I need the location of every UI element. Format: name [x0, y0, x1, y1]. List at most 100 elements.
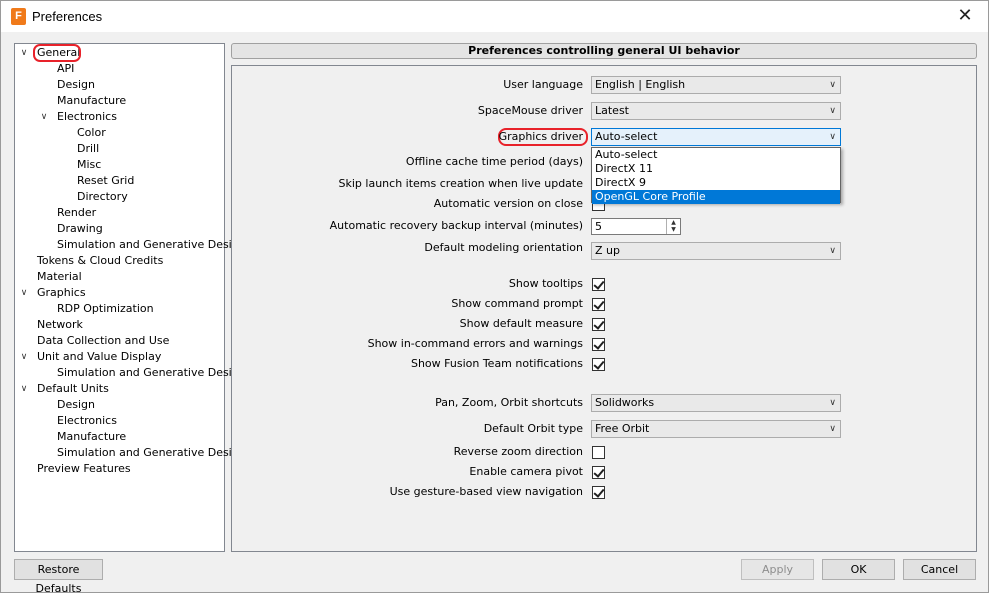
tree-item-material[interactable]: Material — [37, 269, 82, 285]
tree-item-rdp-optimization[interactable]: RDP Optimization — [57, 301, 154, 317]
tree-item-manufacture[interactable]: Manufacture — [57, 93, 126, 109]
tree-item-api[interactable]: API — [57, 61, 74, 77]
tree-item-design[interactable]: Design — [57, 77, 95, 93]
default-orientation-dropdown[interactable]: Z up ∨ — [591, 242, 841, 260]
tree-item-preview-features[interactable]: Preview Features — [37, 461, 131, 477]
camera-pivot-checkbox[interactable] — [592, 466, 605, 479]
tree-item-directory[interactable]: Directory — [77, 189, 128, 205]
recovery-interval-value: 5 — [595, 220, 602, 233]
tree-item-simulation-and-generative-design[interactable]: Simulation and Generative Design — [57, 237, 246, 253]
graphics-driver-options-list: Auto-select DirectX 11 DirectX 9 OpenGL … — [591, 147, 841, 204]
graphics-driver-dropdown[interactable]: Auto-select ∨ — [591, 128, 841, 146]
restore-defaults-button[interactable]: Restore Defaults — [14, 559, 103, 595]
user-language-label: User language — [503, 78, 583, 91]
option-directx-9[interactable]: DirectX 9 — [592, 176, 840, 190]
checkmark-icon — [593, 486, 605, 498]
offline-cache-label: Offline cache time period (days) — [405, 155, 583, 168]
spacemouse-value: Latest — [595, 104, 629, 117]
show-command-prompt-checkbox[interactable] — [592, 298, 605, 311]
pan-zoom-orbit-label: Pan, Zoom, Orbit shortcuts — [435, 396, 583, 409]
recovery-interval-spinbox[interactable]: 5 ▲ ▼ — [591, 218, 681, 235]
default-orientation-label: Default modeling orientation — [424, 241, 583, 254]
tree-item-network[interactable]: Network — [37, 317, 83, 333]
graphics-driver-value: Auto-select — [595, 130, 658, 143]
checkmark-icon — [593, 298, 605, 310]
checkmark-icon — [593, 318, 605, 330]
tree-item-unit-and-value-display[interactable]: Unit and Value Display — [37, 349, 161, 365]
panel-header: Preferences controlling general UI behav… — [231, 43, 977, 59]
pan-zoom-orbit-dropdown[interactable]: Solidworks ∨ — [591, 394, 841, 412]
tree-item-simulation-and-generative-design[interactable]: Simulation and Generative Design — [57, 365, 246, 381]
chevron-down-icon[interactable]: ∨ — [19, 45, 29, 61]
chevron-down-icon: ∨ — [829, 80, 836, 90]
skip-launch-label: Skip launch items creation when live upd… — [338, 177, 583, 190]
close-icon[interactable]: ✕ — [942, 1, 988, 32]
option-opengl-core-profile[interactable]: OpenGL Core Profile — [592, 190, 840, 204]
camera-pivot-label: Enable camera pivot — [469, 465, 583, 478]
chevron-down-icon: ∨ — [829, 106, 836, 116]
checkmark-icon — [593, 278, 605, 290]
tree-item-simulation-and-generative-design[interactable]: Simulation and Generative Design — [57, 445, 246, 461]
show-in-command-errors-checkbox[interactable] — [592, 338, 605, 351]
chevron-down-icon[interactable]: ∨ — [39, 109, 49, 125]
chevron-down-icon[interactable]: ∨ — [19, 381, 29, 397]
show-fusion-team-label: Show Fusion Team notifications — [410, 357, 583, 370]
tree-item-render[interactable]: Render — [57, 205, 96, 221]
tree-item-misc[interactable]: Misc — [77, 157, 101, 173]
show-default-measure-checkbox[interactable] — [592, 318, 605, 331]
option-auto-select[interactable]: Auto-select — [592, 148, 840, 162]
tree-item-default-units[interactable]: Default Units — [37, 381, 109, 397]
tree-item-data-collection-and-use[interactable]: Data Collection and Use — [37, 333, 169, 349]
user-language-dropdown[interactable]: English | English ∨ — [591, 76, 841, 94]
spin-up-icon[interactable]: ▲ — [667, 219, 680, 226]
tree-item-tokens-cloud-credits[interactable]: Tokens & Cloud Credits — [37, 253, 163, 269]
checkmark-icon — [593, 338, 605, 350]
spin-down-icon[interactable]: ▼ — [667, 226, 680, 233]
gesture-nav-checkbox[interactable] — [592, 486, 605, 499]
tree-item-graphics[interactable]: Graphics — [37, 285, 86, 301]
tree-item-color[interactable]: Color — [77, 125, 106, 141]
tree-item-manufacture[interactable]: Manufacture — [57, 429, 126, 445]
preferences-window: F Preferences ✕ ∨ General API Design Manufac… — [0, 0, 989, 595]
graphics-driver-label: Graphics driver — [498, 130, 583, 143]
default-orbit-dropdown[interactable]: Free Orbit ∨ — [591, 420, 841, 438]
tree-item-electronics[interactable]: Electronics — [57, 413, 117, 429]
show-default-measure-label: Show default measure — [459, 317, 583, 330]
default-orbit-label: Default Orbit type — [483, 422, 583, 435]
recovery-interval-label: Automatic recovery backup interval (minu… — [329, 219, 583, 232]
auto-version-label: Automatic version on close — [433, 197, 583, 210]
spacemouse-label: SpaceMouse driver — [477, 104, 583, 117]
option-directx-11[interactable]: DirectX 11 — [592, 162, 840, 176]
window-title: Preferences — [32, 9, 103, 24]
reverse-zoom-checkbox[interactable] — [592, 446, 605, 459]
user-language-value: English | English — [595, 78, 686, 91]
checkmark-icon — [593, 466, 605, 478]
show-fusion-team-checkbox[interactable] — [592, 358, 605, 371]
chevron-down-icon[interactable]: ∨ — [19, 349, 29, 365]
gesture-nav-label: Use gesture-based view navigation — [389, 485, 583, 498]
chevron-down-icon: ∨ — [829, 246, 836, 256]
tree-item-drill[interactable]: Drill — [77, 141, 99, 157]
chevron-down-icon[interactable]: ∨ — [19, 285, 29, 301]
tree-item-drawing[interactable]: Drawing — [57, 221, 103, 237]
category-tree: ∨ General API Design Manufacture ∨ Electronics… — [14, 43, 246, 552]
chevron-down-icon: ∨ — [829, 132, 836, 142]
spin-buttons: ▲ ▼ — [666, 219, 680, 234]
title-bar: F Preferences ✕ — [1, 1, 988, 32]
show-tooltips-label: Show tooltips — [508, 277, 583, 290]
checkmark-icon — [593, 358, 605, 370]
tree-item-design[interactable]: Design — [57, 397, 95, 413]
default-orbit-value: Free Orbit — [595, 422, 650, 435]
ok-button[interactable]: OK — [822, 559, 895, 580]
default-orientation-value: Z up — [595, 244, 620, 257]
tree-item-reset-grid[interactable]: Reset Grid — [77, 173, 134, 189]
show-tooltips-checkbox[interactable] — [592, 278, 605, 291]
fusion-app-icon: F — [11, 8, 26, 25]
tree-item-electronics[interactable]: Electronics — [57, 109, 117, 125]
general-highlight — [33, 44, 81, 62]
chevron-down-icon: ∨ — [829, 424, 836, 434]
cancel-button[interactable]: Cancel — [903, 559, 976, 580]
reverse-zoom-label: Reverse zoom direction — [453, 445, 583, 458]
spacemouse-dropdown[interactable]: Latest ∨ — [591, 102, 841, 120]
apply-button[interactable]: Apply — [741, 559, 814, 580]
